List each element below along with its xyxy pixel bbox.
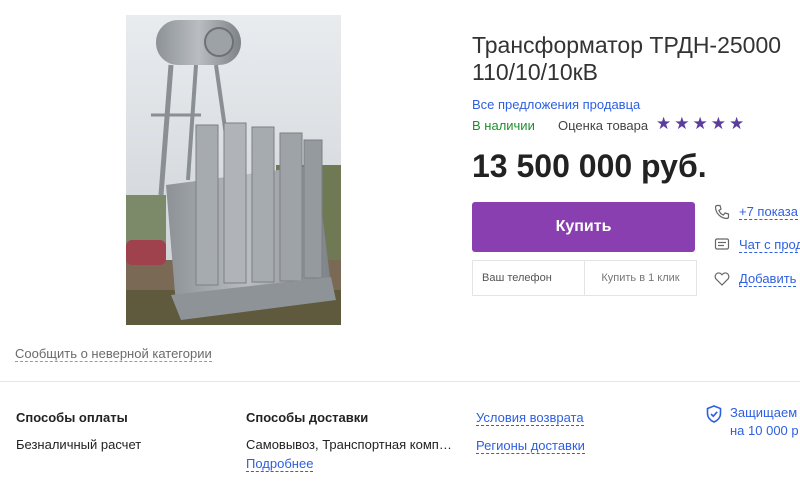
protection-line1[interactable]: Защищаем — [730, 404, 799, 422]
seller-offers-link[interactable]: Все предложения продавца — [472, 97, 640, 112]
add-favorite-item[interactable]: Добавить — [713, 270, 797, 288]
product-title-line2: 110/10/10кВ — [472, 59, 599, 85]
add-favorite-link[interactable]: Добавить — [739, 271, 797, 287]
payment-value: Безналичный расчет — [16, 437, 142, 452]
stock-status: В наличии — [472, 118, 535, 133]
product-title: Трансформатор ТРДН-25000 110/10/10кВ — [472, 32, 781, 86]
show-phone-item[interactable]: +7 показа — [713, 203, 798, 221]
rating-label: Оценка товара — [558, 118, 649, 133]
transformer-photo — [126, 15, 341, 325]
show-phone-link[interactable]: +7 показа — [739, 204, 798, 220]
buy-button[interactable]: Купить — [472, 202, 695, 252]
phone-icon — [713, 203, 731, 221]
return-policy-link[interactable]: Условия возврата — [476, 410, 584, 426]
section-divider — [0, 381, 800, 382]
delivery-value: Самовывоз, Транспортная комп… — [246, 437, 452, 452]
heart-icon — [713, 270, 731, 288]
protection-block: Защищаем на 10 000 р — [706, 404, 799, 440]
product-image[interactable] — [126, 15, 341, 325]
one-click-button[interactable]: Купить в 1 клик — [585, 261, 696, 295]
chat-seller-item[interactable]: Чат с прод — [713, 236, 800, 254]
product-title-line1: Трансформатор ТРДН-25000 — [472, 32, 782, 58]
chat-seller-link[interactable]: Чат с прод — [739, 237, 800, 253]
rating-stars[interactable]: ★★★★★ — [656, 114, 747, 134]
protection-line2[interactable]: на 10 000 р — [730, 422, 799, 440]
phone-input[interactable] — [473, 261, 585, 295]
chat-icon — [713, 236, 731, 254]
one-click-form: Купить в 1 клик — [472, 260, 697, 296]
delivery-title: Способы доставки — [246, 410, 369, 425]
product-price: 13 500 000 руб. — [472, 148, 707, 184]
delivery-regions-link[interactable]: Регионы доставки — [476, 438, 585, 454]
shield-icon — [706, 405, 722, 423]
report-category-link[interactable]: Сообщить о неверной категории — [15, 346, 212, 362]
payment-title: Способы оплаты — [16, 410, 128, 425]
delivery-more-link[interactable]: Подробнее — [246, 456, 314, 472]
